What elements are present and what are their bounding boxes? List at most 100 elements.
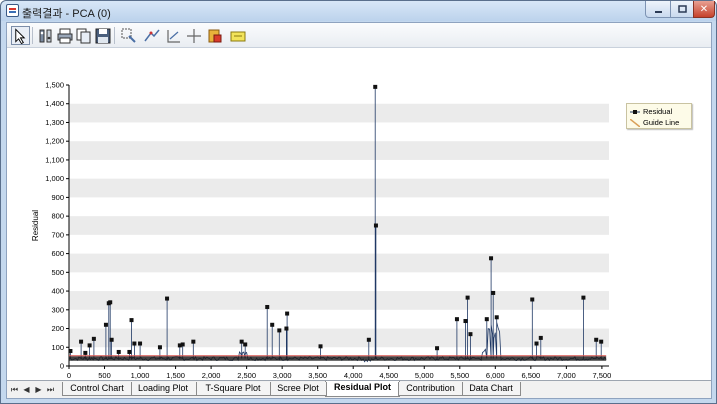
close-button[interactable]: ✕ bbox=[693, 1, 715, 18]
line-tool-button[interactable] bbox=[142, 26, 161, 45]
output-window: 출력결과 - PCA (0) ✕ 0 100 200 300 400 500 600 700 8… bbox=[0, 0, 717, 404]
minimize-button[interactable] bbox=[645, 1, 671, 18]
crosshair-button[interactable] bbox=[184, 26, 203, 45]
y-tick-label: 600 bbox=[51, 249, 64, 258]
y-tick-label: 400 bbox=[51, 287, 64, 296]
crosshair-icon bbox=[186, 28, 201, 43]
residual-peak-marker bbox=[489, 256, 494, 261]
toolbar-separator bbox=[32, 27, 33, 44]
residual-peak-marker bbox=[132, 341, 137, 346]
save-button[interactable] bbox=[93, 26, 112, 45]
legend-label-residual: Residual bbox=[643, 107, 673, 116]
residual-peak-marker bbox=[463, 319, 468, 324]
x-tick-label: 2,500 bbox=[237, 371, 256, 379]
y-tick-label: 1,100 bbox=[45, 155, 64, 164]
y-tick-label: 500 bbox=[51, 268, 64, 277]
residual-peak-marker bbox=[373, 84, 378, 89]
print-icon bbox=[57, 28, 72, 43]
title-bar[interactable]: 출력결과 - PCA (0) ✕ bbox=[1, 1, 716, 21]
tab-residual-plot[interactable]: Residual Plot bbox=[325, 381, 400, 397]
residual-peak-marker bbox=[116, 349, 121, 354]
guide-line-swatch-icon bbox=[630, 118, 640, 127]
y-tick-label: 1,200 bbox=[45, 137, 64, 146]
x-tick-label: 5,000 bbox=[415, 371, 434, 379]
app-icon bbox=[6, 4, 19, 17]
residual-peak-marker bbox=[530, 297, 535, 302]
properties-button[interactable] bbox=[36, 26, 55, 45]
select-pointer-button[interactable] bbox=[11, 26, 30, 45]
y-tick-label: 1,300 bbox=[45, 118, 64, 127]
grid-band bbox=[69, 216, 609, 235]
zoom-button[interactable] bbox=[119, 26, 138, 45]
residual-peak-marker bbox=[285, 311, 290, 316]
copy-button[interactable] bbox=[74, 26, 93, 45]
x-tick-label: 3,000 bbox=[273, 371, 292, 379]
tab-loading-plot[interactable]: Loading Plot bbox=[129, 382, 197, 396]
first-sheet-button[interactable]: ⏮ bbox=[10, 384, 19, 395]
residual-peak-marker bbox=[484, 317, 489, 322]
export-icon bbox=[208, 29, 221, 42]
residual-peak-marker bbox=[180, 342, 185, 347]
next-sheet-button[interactable]: ▶ bbox=[34, 384, 43, 395]
residual-peak-marker bbox=[191, 339, 196, 344]
tab-scree-plot[interactable]: Scree Plot bbox=[269, 382, 327, 396]
properties-icon bbox=[39, 29, 51, 42]
chart-legend[interactable]: Residual Guide Line bbox=[626, 103, 692, 129]
tab-data-chart[interactable]: Data Chart bbox=[461, 382, 521, 396]
line-tool-icon bbox=[143, 29, 160, 41]
y-tick-label: 1,000 bbox=[45, 174, 64, 183]
x-tick-label: 4,500 bbox=[379, 371, 398, 379]
residual-peak-marker bbox=[284, 326, 289, 331]
label-button[interactable] bbox=[228, 26, 247, 45]
residual-chart: 0 100 200 300 400 500 600 700 800 900 1,000 1,100 1,… bbox=[31, 81, 611, 380]
save-icon bbox=[95, 28, 110, 43]
grid-band bbox=[69, 253, 609, 273]
residual-peak-marker bbox=[83, 350, 88, 355]
residual-peak-marker bbox=[538, 335, 543, 340]
last-sheet-button[interactable]: ⏭ bbox=[46, 384, 55, 395]
grid-band bbox=[69, 141, 609, 160]
grid-band bbox=[69, 103, 609, 123]
select-pointer-icon bbox=[15, 27, 26, 44]
maximize-icon bbox=[677, 4, 687, 13]
minimize-icon bbox=[654, 10, 662, 13]
y-tick-label: 100 bbox=[51, 343, 64, 352]
axis-tool-button[interactable] bbox=[164, 26, 183, 45]
residual-peak-marker bbox=[79, 339, 84, 344]
export-button[interactable] bbox=[205, 26, 224, 45]
residual-peak-marker bbox=[435, 346, 440, 351]
x-tick-label: 4,000 bbox=[344, 371, 363, 379]
print-button[interactable] bbox=[55, 26, 74, 45]
residual-peak-marker bbox=[494, 315, 499, 320]
residual-peak-marker bbox=[465, 295, 470, 300]
axis-tool-icon bbox=[166, 29, 180, 43]
y-tick-label: 1,400 bbox=[45, 99, 64, 108]
x-tick-label: 0 bbox=[67, 371, 71, 379]
y-tick-label: 900 bbox=[51, 193, 64, 202]
tab-control-chart[interactable]: Control Chart bbox=[62, 382, 132, 396]
zoom-icon bbox=[121, 28, 136, 43]
maximize-button[interactable] bbox=[670, 1, 694, 18]
tab-t-square-plot[interactable]: T-Square Plot bbox=[195, 382, 271, 396]
toolbar bbox=[7, 23, 711, 48]
residual-plot[interactable]: 0 100 200 300 400 500 600 700 800 900 1,000 1,100 1,… bbox=[7, 49, 711, 379]
tab-contribution[interactable]: Contribution bbox=[398, 382, 463, 396]
window-title: 출력결과 - PCA (0) bbox=[22, 8, 111, 20]
residual-swatch-icon bbox=[630, 109, 640, 114]
legend-item-residual: Residual bbox=[630, 106, 672, 117]
residual-peak-marker bbox=[91, 336, 96, 341]
residual-peak-marker bbox=[157, 345, 162, 350]
residual-peak-marker bbox=[239, 339, 244, 344]
y-tick-label: 0 bbox=[60, 362, 64, 371]
prev-sheet-button[interactable]: ◀ bbox=[22, 384, 31, 395]
residual-peak-marker bbox=[534, 341, 539, 346]
y-tick-label: 1,500 bbox=[45, 81, 64, 90]
residual-peak-marker bbox=[129, 318, 134, 323]
x-tick-label: 2,000 bbox=[202, 371, 221, 379]
toolbar-separator bbox=[114, 27, 115, 44]
sheet-tab-bar: ⏮ ◀ ▶ ⏭ Control Chart Loading Plot T-Square Pl… bbox=[7, 380, 711, 398]
residual-peak-marker bbox=[373, 223, 378, 228]
residual-peak-marker bbox=[265, 304, 270, 309]
legend-item-guide-line: Guide Line bbox=[630, 117, 679, 128]
x-tick-label: 1,000 bbox=[131, 371, 150, 379]
